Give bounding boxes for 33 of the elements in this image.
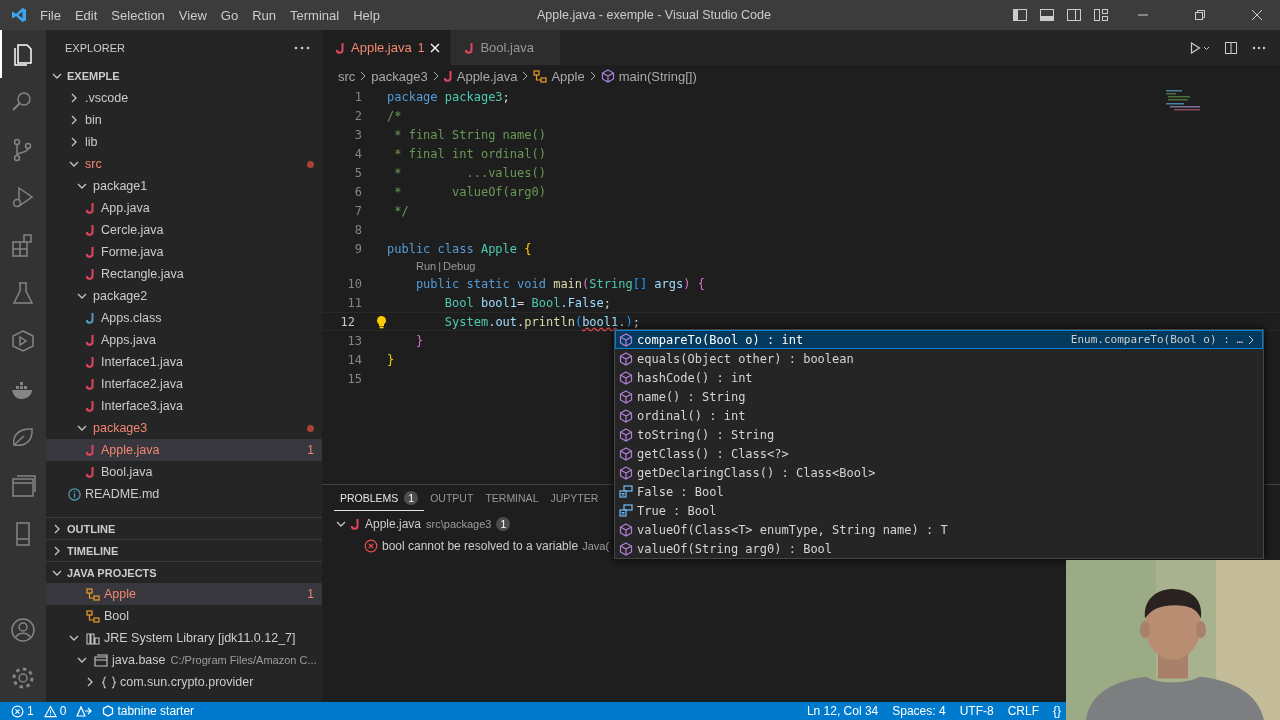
code-line: public class Apple { bbox=[387, 241, 532, 256]
code-line: */ bbox=[393, 203, 409, 218]
problem-count: 1 bbox=[307, 443, 314, 457]
code-line: * final String name() bbox=[393, 127, 546, 142]
line-number: 13 bbox=[346, 333, 362, 348]
line-number: 14 bbox=[346, 352, 362, 367]
line-number: 5 bbox=[353, 165, 362, 180]
code-line: * ...values() bbox=[393, 165, 546, 180]
line-number: 4 bbox=[353, 146, 362, 161]
lens-separator: | bbox=[438, 260, 442, 272]
line-number: 6 bbox=[353, 184, 362, 199]
line-number: 10 bbox=[346, 276, 362, 291]
line-number: 3 bbox=[353, 127, 362, 142]
line-number: 15 bbox=[346, 371, 362, 386]
line-number: 9 bbox=[353, 241, 362, 256]
code-line: * valueOf(arg0) bbox=[393, 184, 546, 199]
problem-count: 1 bbox=[307, 587, 314, 601]
code-line: public static void main(String[] args) { bbox=[414, 276, 705, 291]
code-line: Bool bool1= Bool.False; bbox=[443, 295, 611, 310]
code-line: package package3; bbox=[387, 89, 510, 104]
line-number: 11 bbox=[346, 295, 362, 310]
line-number: 1 bbox=[353, 89, 362, 104]
line-number: 8 bbox=[353, 222, 362, 237]
code-line: /* bbox=[387, 108, 402, 123]
sidebar-title: EXPLORER bbox=[65, 41, 125, 54]
code-line: System.out.println(bool1.); bbox=[443, 314, 640, 329]
window-title: Apple.java - exemple - Visual Studio Code bbox=[537, 8, 771, 22]
line-number: 7 bbox=[353, 203, 362, 218]
code-line: } bbox=[414, 333, 424, 348]
code-line: * final int ordinal() bbox=[393, 146, 546, 161]
line-number: 2 bbox=[353, 108, 362, 123]
line-number: 12 bbox=[339, 314, 355, 329]
code-line: } bbox=[387, 352, 395, 367]
